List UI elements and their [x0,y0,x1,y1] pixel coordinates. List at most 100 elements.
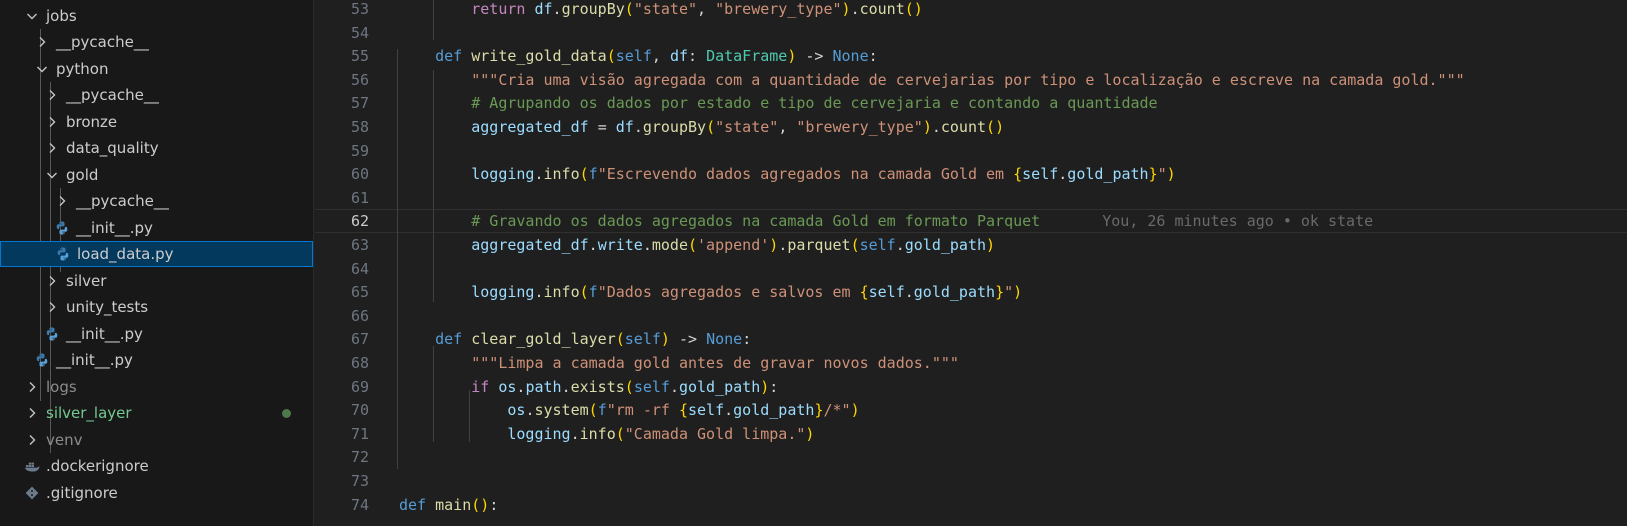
line-number: 67 [350,330,369,349]
explorer-folder[interactable]: venv [0,427,313,453]
code-text: """Limpa a camada gold antes de gravar n… [471,354,959,372]
code-line[interactable]: 56 """Cria uma visão agregada com a quan… [315,68,1627,92]
line-number: 65 [350,283,369,302]
code-text: def main(): [399,495,499,514]
explorer-item-label: __pycache__ [76,192,169,210]
code-line[interactable]: 66 [315,304,1627,328]
explorer-folder[interactable]: __pycache__ [0,188,313,214]
explorer-folder[interactable]: __pycache__ [0,82,313,108]
line-number: 61 [350,188,369,207]
code-text: return df.groupBy("state", "brewery_type… [471,0,923,18]
explorer-file[interactable]: .gitignore [0,480,313,506]
chevron-right-icon[interactable] [24,405,40,421]
chevron-down-icon[interactable] [24,8,40,24]
code-text: # Gravando os dados agregados na camada … [471,212,1374,231]
code-line[interactable]: 53 return df.groupBy("state", "brewery_t… [315,0,1627,21]
chevron-down-icon[interactable] [44,167,60,183]
chevron-right-icon[interactable] [44,87,60,103]
explorer-folder[interactable]: unity_tests [0,294,313,320]
explorer-folder[interactable]: logs [0,374,313,400]
line-number: 60 [350,165,369,184]
chevron-down-icon[interactable] [34,61,50,77]
code-text: # Agrupando os dados por estado e tipo d… [471,94,1158,113]
code-line[interactable]: 61 [315,186,1627,210]
code-text: if os.path.exists(self.gold_path): [471,377,779,396]
code-line[interactable]: 67 def clear_gold_layer(self) -> None: [315,327,1627,351]
explorer-folder[interactable]: gold [0,162,313,188]
explorer-file[interactable]: .dockerignore [0,453,313,479]
code-line[interactable]: 60 logging.info(f"Escrevendo dados agreg… [315,162,1627,186]
chevron-right-icon[interactable] [24,379,40,395]
line-number: 74 [350,495,369,514]
explorer-file[interactable]: load_data.py [0,241,313,267]
explorer-item-label: python [56,60,109,78]
indent-guide [433,346,434,442]
code-line[interactable]: 69 if os.path.exists(self.gold_path): [315,375,1627,399]
explorer-folder[interactable]: data_quality [0,135,313,161]
code-text: aggregated_df.write.mode('append').parqu… [471,236,996,254]
code-text: aggregated_df = df.groupBy("state", "bre… [471,118,1005,136]
explorer-item-label: __pycache__ [56,33,149,51]
explorer-item-label: .gitignore [46,484,118,502]
git-blame-annotation: You, 26 minutes ago • ok state [1102,212,1374,231]
line-number: 56 [350,70,369,89]
explorer-folder[interactable]: silver_layer [0,400,313,426]
code-line[interactable]: 54 [315,21,1627,45]
code-text: """Cria uma visão agregada com a quantid… [471,70,1465,89]
code-line[interactable]: 68 """Limpa a camada gold antes de grava… [315,351,1627,375]
explorer-folder[interactable]: silver [0,268,313,294]
code-line[interactable]: 73 [315,469,1627,493]
line-number: 62 [350,212,369,231]
chevron-right-icon[interactable] [24,432,40,448]
line-number: 69 [350,377,369,396]
explorer-item-label: __init__.py [56,351,133,369]
line-number: 55 [350,47,369,66]
chevron-right-icon[interactable] [44,140,60,156]
explorer-item-label: bronze [66,113,118,131]
explorer-file[interactable]: __init__.py [0,215,313,241]
line-number: 54 [350,23,369,42]
python-file-icon [54,220,70,236]
code-line[interactable]: 57 # Agrupando os dados por estado e tip… [315,91,1627,115]
chevron-right-icon[interactable] [34,34,50,50]
line-number: 70 [350,401,369,420]
explorer-folder[interactable]: jobs [0,3,313,29]
explorer-sidebar: jobs __pycache__ python __pycache__ bronze da… [0,0,314,526]
code-text: logging.info(f"Escrevendo dados agregado… [471,165,1176,184]
code-line[interactable]: 58 aggregated_df = df.groupBy("state", "… [315,115,1627,139]
line-number: 66 [350,306,369,325]
explorer-item-label: gold [66,166,99,184]
indent-guide [433,0,434,40]
code-line[interactable]: 59 [315,139,1627,163]
line-number: 71 [350,424,369,443]
indent-guide [469,390,470,442]
code-line[interactable]: 71 logging.info("Camada Gold limpa.") [315,422,1627,446]
docker-file-icon [24,458,40,474]
line-number: 57 [350,94,369,113]
chevron-right-icon[interactable] [44,114,60,130]
code-line[interactable]: 63 aggregated_df.write.mode('append').pa… [315,233,1627,257]
code-line[interactable]: 55 def write_gold_data(self, df: DataFra… [315,44,1627,68]
code-line[interactable]: 64 [315,257,1627,281]
code-text: logging.info(f"Dados agregados e salvos … [471,283,1023,302]
explorer-folder[interactable]: bronze [0,109,313,135]
code-line[interactable]: 62 # Gravando os dados agregados na cama… [315,209,1627,233]
explorer-folder[interactable]: python [0,56,313,82]
chevron-right-icon[interactable] [44,299,60,315]
code-line[interactable]: 70 os.system(f"rm -rf {self.gold_path}/*… [315,398,1627,422]
code-line[interactable]: 65 logging.info(f"Dados agregados e salv… [315,280,1627,304]
code-line[interactable]: 74 def main(): [315,493,1627,517]
chevron-right-icon[interactable] [44,273,60,289]
line-number: 59 [350,141,369,160]
code-line[interactable]: 72 [315,445,1627,469]
code-text: logging.info("Camada Gold limpa.") [507,424,815,443]
explorer-file[interactable]: __init__.py [0,321,313,347]
line-number: 63 [350,236,369,254]
chevron-right-icon[interactable] [54,193,70,209]
line-number: 68 [350,354,369,372]
explorer-file[interactable]: __init__.py [0,347,313,373]
explorer-item-label: venv [46,431,83,449]
code-editor[interactable]: 53 return df.groupBy("state", "brewery_t… [315,0,1627,526]
explorer-folder[interactable]: __pycache__ [0,29,313,55]
git-file-icon [24,485,40,501]
